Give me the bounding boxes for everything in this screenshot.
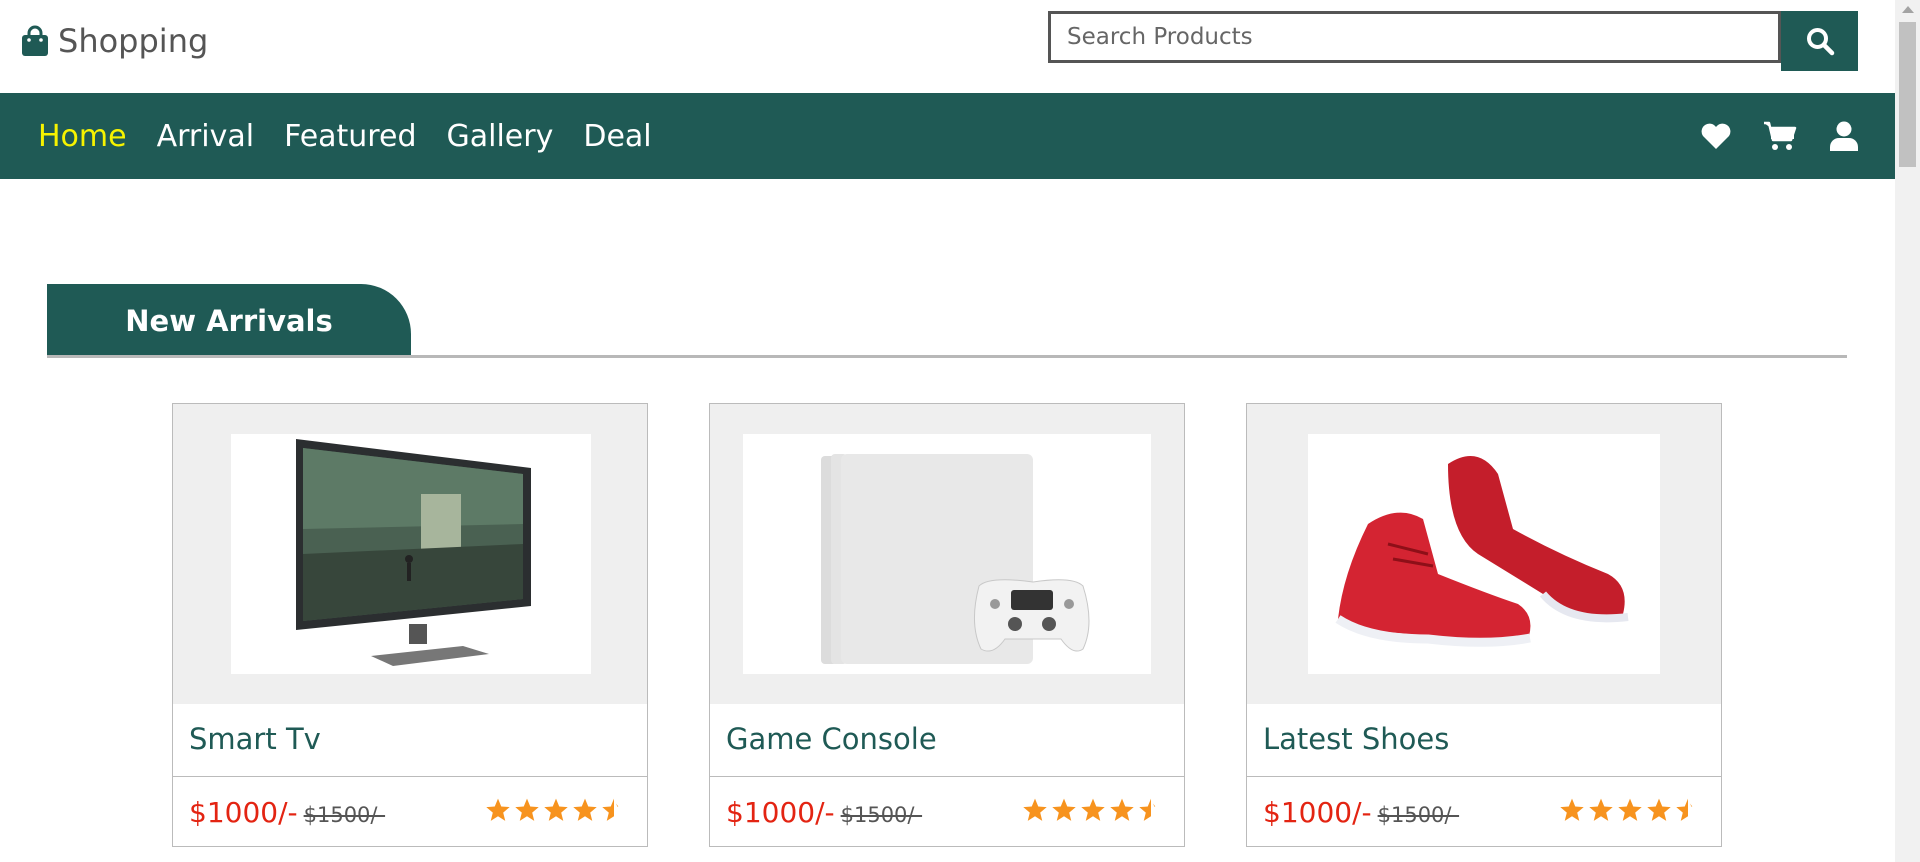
search-bar [1048, 11, 1858, 71]
star-icon [573, 798, 597, 821]
star-half-icon [1676, 798, 1693, 821]
section-heading: New Arrivals [47, 284, 411, 357]
star-icon [1081, 798, 1105, 821]
star-icon [1647, 798, 1671, 821]
old-price: $1500/- [1377, 803, 1460, 827]
brand-name: Shopping [58, 22, 209, 60]
card-divider [710, 776, 1184, 777]
product-name[interactable]: Smart Tv [189, 722, 321, 756]
product-price: $1000/- $1500/- [189, 796, 385, 829]
nav-link-featured[interactable]: Featured [284, 119, 416, 154]
nav-link-deal[interactable]: Deal [583, 119, 651, 154]
page-scrollbar[interactable] [1895, 0, 1920, 862]
star-icon [515, 798, 539, 821]
nav-link-arrival[interactable]: Arrival [157, 119, 254, 154]
star-icon [1560, 798, 1584, 821]
product-card[interactable]: Game Console $1000/- $1500/- [709, 403, 1185, 847]
current-price: $1000/- [189, 796, 298, 829]
current-price: $1000/- [726, 796, 835, 829]
search-input[interactable] [1048, 11, 1781, 63]
brand-logo[interactable]: Shopping [20, 22, 208, 60]
current-price: $1000/- [1263, 796, 1372, 829]
shopping-bag-icon [22, 25, 48, 56]
nav-links: Home Arrival Featured Gallery Deal [38, 93, 652, 179]
shoes-image[interactable] [1308, 434, 1660, 674]
top-bar: Shopping [0, 0, 1895, 93]
rating-stars [485, 797, 627, 823]
card-divider [1247, 776, 1721, 777]
star-icon [1589, 798, 1613, 821]
game-console-image[interactable] [743, 434, 1151, 674]
star-icon [1023, 798, 1047, 821]
product-image-area [1247, 404, 1721, 704]
rating-stars [1022, 797, 1164, 823]
product-card[interactable]: Latest Shoes $1000/- $1500/- [1246, 403, 1722, 847]
old-price: $1500/- [840, 803, 923, 827]
user-icon[interactable] [1827, 119, 1861, 153]
nav-link-gallery[interactable]: Gallery [447, 119, 554, 154]
star-icon [1052, 798, 1076, 821]
scroll-up-arrow-icon[interactable] [1902, 6, 1914, 13]
star-icon [486, 798, 510, 821]
nav-link-home[interactable]: Home [38, 119, 127, 154]
product-image-area [173, 404, 647, 704]
search-button[interactable] [1781, 11, 1858, 71]
heading-divider [47, 355, 1847, 358]
product-card[interactable]: Smart Tv $1000/- $1500/- [172, 403, 648, 847]
nav-icons [1699, 93, 1861, 179]
product-price: $1000/- $1500/- [726, 796, 922, 829]
cart-icon[interactable] [1763, 119, 1797, 153]
product-price: $1000/- $1500/- [1263, 796, 1459, 829]
main-nav: Home Arrival Featured Gallery Deal [0, 93, 1895, 179]
rating-stars [1559, 797, 1701, 823]
search-icon [1806, 28, 1834, 56]
star-half-icon [1139, 798, 1156, 821]
product-image-area [710, 404, 1184, 704]
star-icon [1110, 798, 1134, 821]
product-name[interactable]: Latest Shoes [1263, 722, 1449, 756]
card-divider [173, 776, 647, 777]
scroll-thumb[interactable] [1899, 22, 1916, 167]
old-price: $1500/- [303, 803, 386, 827]
heart-icon[interactable] [1699, 119, 1733, 153]
star-half-icon [602, 798, 619, 821]
star-icon [1618, 798, 1642, 821]
product-name[interactable]: Game Console [726, 722, 937, 756]
smart-tv-image[interactable] [231, 434, 591, 674]
star-icon [544, 798, 568, 821]
